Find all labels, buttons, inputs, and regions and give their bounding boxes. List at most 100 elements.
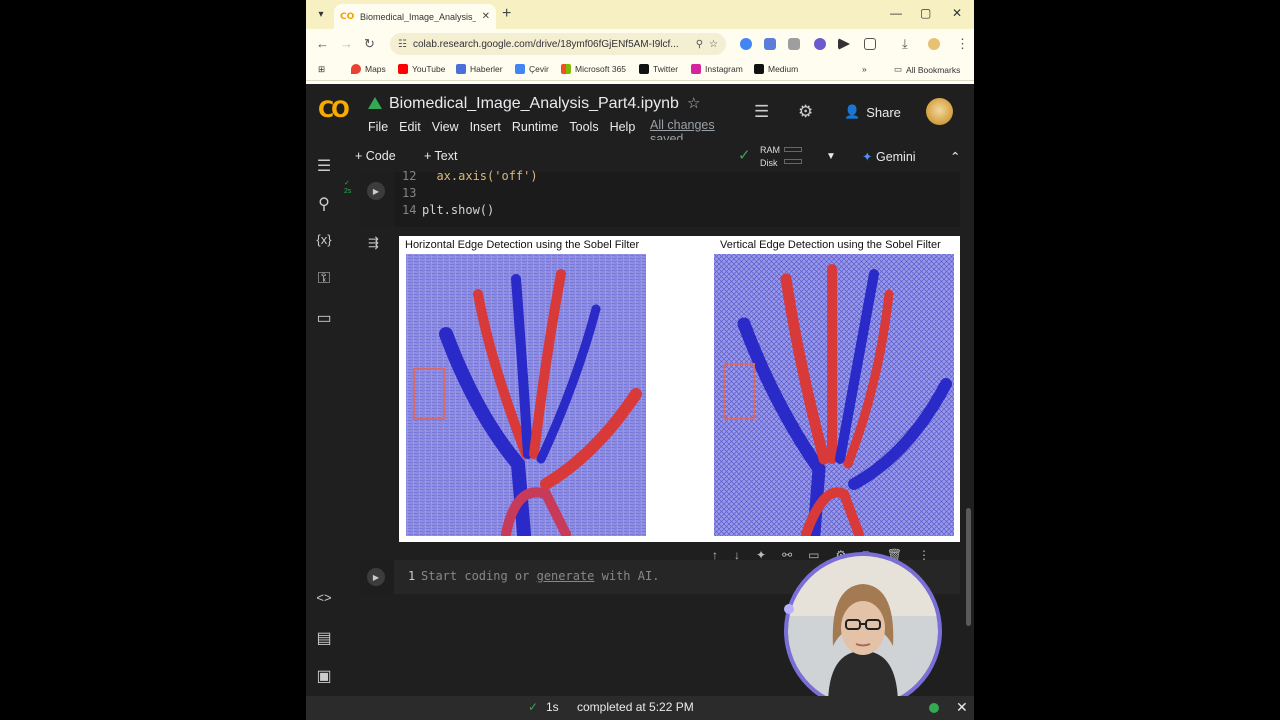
drive-icon[interactable] bbox=[368, 97, 382, 109]
generate-link[interactable]: generate bbox=[537, 569, 595, 583]
notebook-scrollbar[interactable] bbox=[966, 508, 971, 626]
menu-insert[interactable]: Insert bbox=[470, 120, 501, 134]
command-palette-icon[interactable]: ▤ bbox=[314, 628, 334, 648]
minimize-icon[interactable]: — bbox=[890, 6, 902, 20]
bookmark-medium[interactable]: Medium bbox=[754, 64, 798, 74]
news-icon bbox=[456, 64, 466, 74]
terminal-icon[interactable]: ▣ bbox=[314, 666, 334, 686]
line-number: 12 bbox=[402, 169, 417, 183]
code-cell[interactable]: ▶ 12 ax.axis('off') 13 14 plt.show() bbox=[360, 169, 960, 227]
bookmark-maps[interactable]: Maps bbox=[351, 64, 386, 74]
collapse-header-icon[interactable]: ⌃ bbox=[950, 149, 960, 164]
code-editor[interactable]: 12 ax.axis('off') 13 14 plt.show() bbox=[394, 169, 960, 227]
bookmarks-bar: ⊞ Maps YouTube Haberler Çevir Microsoft … bbox=[306, 59, 974, 81]
bookmark-cevir[interactable]: Çevir bbox=[515, 64, 549, 74]
bookmark-instagram[interactable]: Instagram bbox=[691, 64, 743, 74]
ram-bar bbox=[784, 147, 802, 152]
placeholder-text: Start coding or bbox=[421, 569, 537, 583]
gemini-button[interactable]: ✦ Gemini bbox=[862, 149, 916, 164]
download-icon[interactable]: ⤓ bbox=[902, 36, 908, 52]
extensions-puzzle-icon[interactable] bbox=[864, 38, 876, 50]
share-button[interactable]: 👤 Share bbox=[844, 104, 901, 120]
menu-view[interactable]: View bbox=[432, 120, 459, 134]
navigation-bar: ← → ↻ ☷ colab.research.google.com/drive/… bbox=[306, 29, 974, 59]
profile-icon[interactable] bbox=[928, 38, 940, 50]
close-status-icon[interactable]: ✕ bbox=[956, 699, 968, 716]
star-icon[interactable]: ☆ bbox=[687, 94, 700, 112]
avatar[interactable] bbox=[926, 98, 953, 125]
new-tab-icon[interactable]: + bbox=[502, 5, 511, 23]
menu-file[interactable]: File bbox=[368, 120, 388, 134]
tab-search-icon[interactable]: ▾ bbox=[312, 5, 330, 23]
url-text: colab.research.google.com/drive/18ymf06f… bbox=[412, 38, 679, 50]
all-bookmarks-label: All Bookmarks bbox=[906, 64, 961, 75]
execution-check-icon: ✓ 2s bbox=[344, 180, 352, 195]
left-sidebar: ☰ ⚲ {x} ⚿ ▭ <> ▤ ▣ bbox=[306, 150, 342, 720]
camera-extension-icon[interactable] bbox=[788, 38, 800, 50]
secrets-key-icon[interactable]: ⚿ bbox=[314, 270, 334, 288]
menu-runtime[interactable]: Runtime bbox=[512, 120, 559, 134]
instagram-icon bbox=[691, 64, 701, 74]
completion-status[interactable]: completed at 5:22 PM bbox=[577, 700, 694, 714]
maximize-icon[interactable]: ▢ bbox=[920, 6, 931, 20]
settings-gear-icon[interactable]: ⚙ bbox=[798, 102, 813, 122]
all-bookmarks[interactable]: ▭ All Bookmarks bbox=[894, 64, 960, 75]
line-number: 1 bbox=[408, 569, 416, 583]
presenter-video bbox=[788, 556, 938, 706]
colab-logo[interactable]: CO bbox=[318, 98, 350, 123]
add-code-button[interactable]: + Code bbox=[355, 149, 396, 163]
extension-icon[interactable] bbox=[740, 38, 752, 50]
recorder-extension-icon[interactable] bbox=[814, 38, 826, 50]
reload-icon[interactable]: ↻ bbox=[364, 36, 375, 52]
menu-help[interactable]: Help bbox=[610, 120, 636, 134]
site-info-icon[interactable]: ☷ bbox=[398, 39, 407, 50]
comments-icon[interactable]: ☰ bbox=[754, 102, 769, 122]
notebook-title[interactable]: Biomedical_Image_Analysis_Part4.ipynb bbox=[389, 95, 679, 113]
search-icon[interactable]: ⚲ bbox=[314, 194, 334, 214]
gemini-label: Gemini bbox=[875, 150, 916, 164]
bookmark-youtube[interactable]: YouTube bbox=[398, 64, 445, 74]
webcam-ring-dot bbox=[784, 604, 794, 614]
bookmark-twitter[interactable]: Twitter bbox=[639, 64, 678, 74]
run-cell-button[interactable]: ▶ bbox=[367, 568, 385, 586]
translate-extension-icon[interactable] bbox=[764, 38, 776, 50]
table-of-contents-icon[interactable]: ☰ bbox=[314, 156, 334, 176]
webcam-overlay bbox=[784, 552, 942, 710]
back-icon[interactable]: ← bbox=[316, 36, 329, 52]
zoom-icon[interactable]: ⚲ bbox=[696, 39, 703, 50]
tab-close-icon[interactable]: ✕ bbox=[482, 11, 490, 22]
browser-tab[interactable]: CO Biomedical_Image_Analysis_Par ✕ bbox=[334, 4, 496, 29]
apps-grid-icon[interactable]: ⊞ bbox=[318, 64, 325, 75]
bookmark-star-icon[interactable]: ☆ bbox=[709, 39, 718, 50]
more-bookmarks-icon[interactable]: » bbox=[862, 64, 867, 74]
forward-icon[interactable]: → bbox=[340, 36, 353, 52]
address-bar[interactable]: ☷ colab.research.google.com/drive/18ymf0… bbox=[390, 33, 726, 55]
run-cell-button[interactable]: ▶ bbox=[367, 182, 385, 200]
people-icon: 👤 bbox=[844, 104, 861, 119]
bookmark-haberler[interactable]: Haberler bbox=[456, 64, 503, 74]
files-folder-icon[interactable]: ▭ bbox=[314, 308, 334, 328]
variables-icon[interactable]: {x} bbox=[314, 232, 334, 247]
tab-title: Biomedical_Image_Analysis_Par bbox=[360, 11, 476, 22]
close-window-icon[interactable]: ✕ bbox=[952, 6, 962, 20]
chrome-menu-icon[interactable]: ⋮ bbox=[956, 36, 969, 52]
runtime-dropdown-icon[interactable]: ▼ bbox=[826, 151, 836, 162]
cell-placeholder: Start coding or generate with AI. bbox=[421, 569, 659, 583]
add-text-button[interactable]: + Text bbox=[424, 149, 457, 163]
tab-strip: ▾ CO Biomedical_Image_Analysis_Par ✕ + —… bbox=[306, 0, 974, 29]
gemini-sparkle-icon: ✦ bbox=[862, 150, 873, 164]
bookmark-microsoft-365[interactable]: Microsoft 365 bbox=[561, 64, 626, 74]
play-extension-icon[interactable] bbox=[838, 38, 850, 50]
output-actions-icon[interactable]: ⇶ bbox=[368, 235, 379, 251]
horizontal-edge-hand-image bbox=[406, 254, 646, 536]
bookmark-label: Instagram bbox=[705, 64, 743, 74]
add-code-label: Code bbox=[365, 149, 396, 163]
menu-bar: File Edit View Insert Runtime Tools Help bbox=[368, 120, 635, 134]
menu-tools[interactable]: Tools bbox=[569, 120, 598, 134]
resources-indicator[interactable]: RAM Disk bbox=[760, 144, 780, 170]
code-snippets-icon[interactable]: <> bbox=[314, 590, 334, 605]
line-number: 14 bbox=[402, 203, 417, 217]
menu-edit[interactable]: Edit bbox=[399, 120, 421, 134]
save-status-link[interactable]: All changes saved bbox=[650, 118, 722, 140]
bookmark-label: Haberler bbox=[470, 64, 503, 74]
